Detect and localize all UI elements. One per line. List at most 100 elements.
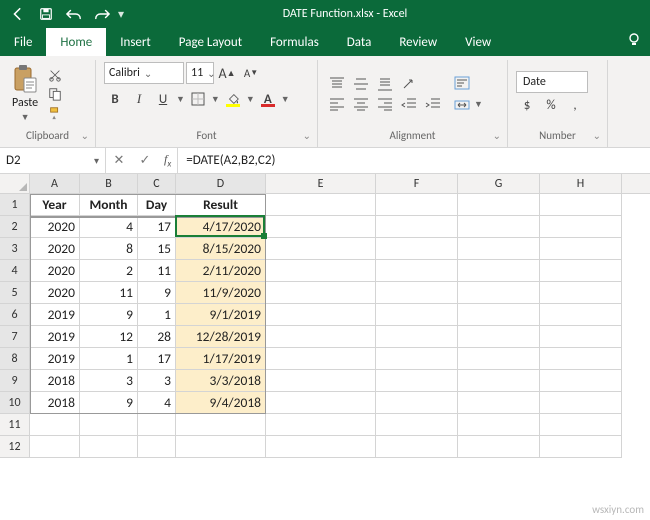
- cell-C7[interactable]: 28: [138, 326, 176, 348]
- cell-A1[interactable]: Year: [30, 194, 80, 216]
- font-color-button[interactable]: A: [257, 88, 279, 110]
- cell-G5[interactable]: [458, 282, 540, 304]
- cell-A3[interactable]: 2020: [30, 238, 80, 260]
- cell-D6[interactable]: 9/1/2019: [176, 304, 266, 326]
- cell-C12[interactable]: [138, 436, 176, 458]
- cell-G10[interactable]: [458, 392, 540, 414]
- cell-E6[interactable]: [266, 304, 376, 326]
- paste-button[interactable]: Paste ▼: [8, 62, 42, 125]
- cell-B1[interactable]: Month: [80, 194, 138, 216]
- tab-view[interactable]: View: [451, 28, 505, 56]
- cell-E4[interactable]: [266, 260, 376, 282]
- bold-button[interactable]: B: [104, 88, 126, 110]
- row-header-5[interactable]: 5: [0, 282, 30, 304]
- row-header-3[interactable]: 3: [0, 238, 30, 260]
- cell-C2[interactable]: 17: [138, 216, 176, 238]
- cell-D10[interactable]: 9/4/2018: [176, 392, 266, 414]
- cell-F11[interactable]: [376, 414, 458, 436]
- cell-C1[interactable]: Day: [138, 194, 176, 216]
- row-header-6[interactable]: 6: [0, 304, 30, 326]
- cell-H3[interactable]: [540, 238, 622, 260]
- cell-F4[interactable]: [376, 260, 458, 282]
- col-header-C[interactable]: C: [138, 174, 176, 193]
- cell-D3[interactable]: 8/15/2020: [176, 238, 266, 260]
- align-middle-icon[interactable]: [350, 75, 372, 93]
- cell-B5[interactable]: 11: [80, 282, 138, 304]
- cell-H12[interactable]: [540, 436, 622, 458]
- undo-icon[interactable]: [62, 3, 86, 25]
- underline-button[interactable]: U: [152, 88, 174, 110]
- row-header-11[interactable]: 11: [0, 414, 30, 436]
- currency-button[interactable]: $: [516, 95, 538, 117]
- border-button[interactable]: [187, 88, 209, 110]
- cell-E12[interactable]: [266, 436, 376, 458]
- cell-B10[interactable]: 9: [80, 392, 138, 414]
- cell-F1[interactable]: [376, 194, 458, 216]
- col-header-G[interactable]: G: [458, 174, 540, 193]
- cell-F5[interactable]: [376, 282, 458, 304]
- align-right-icon[interactable]: [374, 95, 396, 113]
- cell-C11[interactable]: [138, 414, 176, 436]
- col-header-A[interactable]: A: [30, 174, 80, 193]
- col-header-E[interactable]: E: [266, 174, 376, 193]
- cell-B7[interactable]: 12: [80, 326, 138, 348]
- cell-F12[interactable]: [376, 436, 458, 458]
- tell-me-icon[interactable]: [626, 32, 642, 52]
- cell-G1[interactable]: [458, 194, 540, 216]
- cell-H1[interactable]: [540, 194, 622, 216]
- cell-G7[interactable]: [458, 326, 540, 348]
- cell-B8[interactable]: 1: [80, 348, 138, 370]
- grow-font-icon[interactable]: A▲: [216, 62, 238, 84]
- cell-C9[interactable]: 3: [138, 370, 176, 392]
- font-size-combo[interactable]: 11⌄: [186, 62, 214, 84]
- cell-F6[interactable]: [376, 304, 458, 326]
- tab-file[interactable]: File: [0, 28, 46, 56]
- cell-A11[interactable]: [30, 414, 80, 436]
- cell-F7[interactable]: [376, 326, 458, 348]
- name-box[interactable]: D2 ▾: [0, 148, 106, 173]
- cell-A4[interactable]: 2020: [30, 260, 80, 282]
- cell-H10[interactable]: [540, 392, 622, 414]
- cell-F3[interactable]: [376, 238, 458, 260]
- redo-icon[interactable]: [90, 3, 114, 25]
- cell-B12[interactable]: [80, 436, 138, 458]
- cell-G6[interactable]: [458, 304, 540, 326]
- number-format-combo[interactable]: Date: [516, 71, 588, 93]
- cell-G9[interactable]: [458, 370, 540, 392]
- cell-F9[interactable]: [376, 370, 458, 392]
- cell-G11[interactable]: [458, 414, 540, 436]
- cut-icon[interactable]: [46, 67, 64, 83]
- cell-F10[interactable]: [376, 392, 458, 414]
- cell-D7[interactable]: 12/28/2019: [176, 326, 266, 348]
- align-bottom-icon[interactable]: [374, 75, 396, 93]
- cell-C8[interactable]: 17: [138, 348, 176, 370]
- cell-D4[interactable]: 2/11/2020: [176, 260, 266, 282]
- wrap-text-button[interactable]: [454, 73, 483, 93]
- cell-B11[interactable]: [80, 414, 138, 436]
- formula-input[interactable]: =DATE(A2,B2,C2): [178, 148, 650, 173]
- cell-D1[interactable]: Result: [176, 194, 266, 216]
- cell-E1[interactable]: [266, 194, 376, 216]
- row-header-4[interactable]: 4: [0, 260, 30, 282]
- col-header-B[interactable]: B: [80, 174, 138, 193]
- col-header-D[interactable]: D: [176, 174, 266, 193]
- cell-A8[interactable]: 2019: [30, 348, 80, 370]
- cell-E9[interactable]: [266, 370, 376, 392]
- cell-B4[interactable]: 2: [80, 260, 138, 282]
- row-header-8[interactable]: 8: [0, 348, 30, 370]
- enter-formula-icon[interactable]: ✓: [132, 153, 158, 168]
- increase-indent-icon[interactable]: [422, 95, 444, 113]
- select-all-corner[interactable]: [0, 174, 30, 193]
- cell-H4[interactable]: [540, 260, 622, 282]
- orientation-icon[interactable]: [398, 75, 420, 93]
- row-header-1[interactable]: 1: [0, 194, 30, 216]
- qat-more-icon[interactable]: ▾: [118, 7, 124, 22]
- cell-D11[interactable]: [176, 414, 266, 436]
- tab-review[interactable]: Review: [385, 28, 451, 56]
- cell-B9[interactable]: 3: [80, 370, 138, 392]
- cell-D12[interactable]: [176, 436, 266, 458]
- cell-H7[interactable]: [540, 326, 622, 348]
- cell-A6[interactable]: 2019: [30, 304, 80, 326]
- cell-D9[interactable]: 3/3/2018: [176, 370, 266, 392]
- tab-formulas[interactable]: Formulas: [256, 28, 333, 56]
